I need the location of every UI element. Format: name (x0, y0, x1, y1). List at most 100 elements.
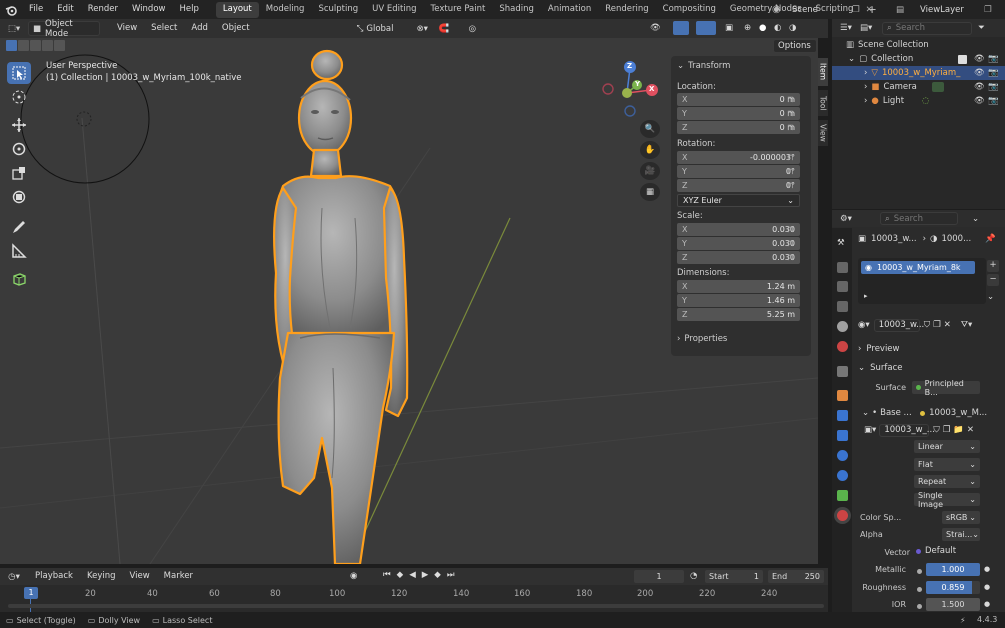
timeline-editor-icon[interactable]: ◷▾ (0, 572, 28, 582)
modifiers-tab-icon[interactable] (837, 410, 848, 421)
location-x-field[interactable]: X0 m (677, 93, 800, 106)
camera-render-icon[interactable]: 📷 (988, 54, 999, 64)
transform-tool[interactable] (7, 186, 31, 208)
copy-icon[interactable]: ❐ (984, 5, 992, 15)
tab-compositing[interactable]: Compositing (656, 2, 723, 18)
select-box-tool[interactable] (7, 62, 31, 84)
interpolation-dropdown[interactable]: Linear ⌄ (914, 440, 980, 453)
marker-menu[interactable]: Marker (157, 567, 200, 586)
lock-icon[interactable]: ⊓ (787, 109, 797, 119)
shading-wireframe-icon[interactable]: ⊕ (744, 23, 756, 33)
render-tab-icon[interactable] (837, 262, 848, 273)
link-icon[interactable]: ⛛▾ (961, 320, 972, 330)
constraints-tab-icon[interactable] (837, 470, 848, 481)
lock-icon[interactable]: ⊓ (787, 239, 797, 249)
tab-layout[interactable]: Layout (215, 1, 259, 18)
fake-user-icon[interactable]: ⛉ (924, 320, 930, 330)
select-new-icon[interactable] (6, 40, 17, 51)
tab-sculpting[interactable]: Sculpting (311, 2, 365, 18)
next-keyframe-icon[interactable]: ◆ (434, 570, 441, 580)
gizmo-y-label[interactable]: Y (635, 80, 640, 88)
play-icon[interactable]: ▶ (422, 570, 429, 580)
tab-shading[interactable]: Shading (492, 2, 541, 18)
gizmo-toggle-icon[interactable] (673, 21, 689, 35)
color-space-dropdown[interactable]: sRGB ⌄ (942, 511, 980, 524)
menu-file[interactable]: File (22, 0, 50, 19)
image-icon[interactable]: ▣▾ (864, 425, 876, 435)
vp-menu-view[interactable]: View (110, 19, 144, 38)
outliner-search[interactable]: ⌕ Search (882, 21, 972, 35)
rotate-tool[interactable] (7, 138, 31, 160)
timeline-view-menu[interactable]: View (123, 567, 157, 586)
eye-icon[interactable]: 👁 (974, 54, 985, 64)
vp-menu-object[interactable]: Object (215, 19, 257, 38)
outliner-row-light[interactable]: › ● Light ◌ 👁 📷 (832, 94, 1005, 108)
scene-tab-icon[interactable] (837, 321, 848, 332)
light-data-icon[interactable]: ◌ (922, 96, 929, 106)
data-tab-icon[interactable] (837, 490, 848, 501)
folder-icon[interactable]: 📁 (953, 425, 964, 435)
tool-tab-icon[interactable]: ⚒ (837, 238, 848, 249)
timeline-scrollbar[interactable] (8, 604, 824, 608)
orientation-dropdown[interactable]: ⤡ Global (357, 24, 409, 34)
perspective-toggle-icon[interactable]: ▦ (640, 183, 660, 201)
playback-menu[interactable]: Playback (28, 567, 80, 586)
surface-shader-field[interactable]: Principled B... (912, 379, 980, 397)
tab-item[interactable]: Item (818, 58, 828, 86)
snap-icon[interactable]: 🧲 (439, 24, 469, 34)
eye-icon[interactable]: 👁 (974, 82, 985, 92)
menu-render[interactable]: Render (81, 0, 125, 19)
annotate-tool[interactable] (7, 216, 31, 238)
scale-z-field[interactable]: Z 0.030 (677, 251, 800, 264)
fake-user-icon[interactable]: ⛉ (933, 425, 939, 435)
location-z-field[interactable]: Z0 m (677, 121, 800, 134)
tab-view[interactable]: View (818, 120, 828, 146)
xray-icon[interactable]: ▣ (725, 23, 741, 33)
physics-tab-icon[interactable] (837, 450, 848, 461)
copy-icon[interactable]: ❐ (852, 5, 860, 15)
move-tool[interactable] (7, 114, 31, 136)
proportional-edit-icon[interactable]: ◎ (469, 24, 499, 34)
rotation-mode-dropdown[interactable]: XYZ Euler ⌄ (677, 194, 800, 207)
view-layer-tab-icon[interactable] (837, 301, 848, 312)
extension-dropdown[interactable]: Repeat ⌄ (914, 475, 980, 488)
start-frame-field[interactable]: Start 1 (705, 570, 763, 583)
blender-logo-icon[interactable] (0, 4, 22, 16)
dimensions-x-field[interactable]: X 1.24 m (677, 280, 800, 293)
add-slot-button[interactable]: + (987, 260, 999, 272)
clock-icon[interactable]: ◔ (690, 571, 697, 581)
remove-slot-button[interactable]: − (987, 274, 999, 286)
keyframe-dot-icon[interactable]: ● (984, 600, 990, 608)
roughness-slider[interactable]: 0.859 (926, 581, 980, 594)
camera-view-icon[interactable]: 🎥 (640, 162, 660, 180)
overlays-icon[interactable] (696, 21, 716, 35)
camera-render-icon[interactable]: 📷 (988, 68, 999, 78)
rotation-x-field[interactable]: X -0.000003° (677, 151, 800, 164)
outliner-row-collection[interactable]: ⌄ ▢ Collection 👁 📷 (832, 52, 1005, 66)
pivot-icon[interactable]: ⊗▾ (417, 24, 439, 34)
current-frame-field[interactable]: 1 (634, 570, 684, 583)
particles-tab-icon[interactable] (837, 430, 848, 441)
vp-menu-add[interactable]: Add (184, 19, 214, 38)
base-color-row[interactable]: ⌄ • Base ... 10003_w_M... (862, 406, 1005, 420)
measure-tool[interactable] (7, 240, 31, 262)
outliner-row-camera[interactable]: › ■ Camera 👁 📷 (832, 80, 1005, 94)
lock-icon[interactable]: ⊓ (787, 95, 797, 105)
gizmo-x-label[interactable]: X (649, 85, 654, 93)
properties-editor-icon[interactable]: ⚙▾ (832, 214, 860, 224)
checkbox-icon[interactable] (958, 54, 967, 64)
select-mode-buttons[interactable] (6, 40, 65, 51)
options-button[interactable]: Options (773, 39, 817, 53)
lock-icon[interactable]: ⊓ (787, 181, 797, 191)
output-tab-icon[interactable] (837, 281, 848, 292)
scale-y-field[interactable]: Y 0.030 (677, 237, 800, 250)
pin-icon[interactable]: 📌 (985, 234, 996, 244)
dimensions-z-field[interactable]: Z 5.25 m (677, 308, 800, 321)
tab-tool[interactable]: Tool (818, 90, 828, 116)
rotation-z-field[interactable]: Z 0° (677, 179, 800, 192)
prev-keyframe-icon[interactable]: ◆ (397, 570, 404, 580)
camera-render-icon[interactable]: 📷 (988, 96, 999, 106)
world-tab-icon[interactable] (837, 341, 848, 352)
select-extend-icon[interactable] (18, 40, 29, 51)
close-icon[interactable]: ✕ (866, 5, 873, 15)
